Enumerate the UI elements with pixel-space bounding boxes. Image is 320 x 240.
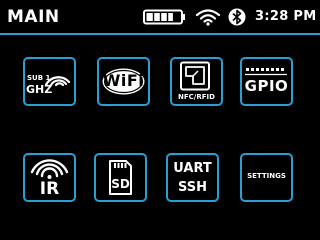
wifi-tile[interactable]: WiFi	[97, 57, 150, 106]
header-divider	[0, 33, 320, 35]
ir-label: IR	[39, 179, 60, 199]
sd-label: SD	[111, 177, 130, 191]
status-bar: MAIN 3:28 PM	[0, 0, 320, 36]
bluetooth-icon	[228, 8, 246, 26]
sub-ghz-tile[interactable]: SUB 1 GHZ	[23, 57, 76, 106]
gpio-label: GPIO	[244, 77, 289, 95]
nfc-rfid-tile[interactable]: NFC/RFID	[170, 57, 223, 106]
sd-tile[interactable]: SD	[94, 153, 147, 202]
wifi-label: WiFi	[102, 71, 145, 90]
clock: 3:28 PM	[255, 9, 317, 24]
sub-ghz-top-label: SUB 1	[27, 74, 51, 82]
nfc-rfid-label: NFC/RFID	[178, 93, 215, 101]
uart-label: UART	[173, 161, 212, 176]
uart-ssh-tile[interactable]: UART SSH	[166, 153, 219, 202]
sub-ghz-label: GHZ	[26, 83, 53, 96]
settings-label: SETTINGS	[247, 172, 286, 180]
ssh-label: SSH	[177, 180, 208, 195]
ir-tile[interactable]: IR	[23, 153, 76, 202]
settings-tile[interactable]: SETTINGS	[240, 153, 293, 202]
battery-icon	[143, 9, 185, 25]
page-title: MAIN	[7, 7, 60, 27]
wifi-icon	[195, 9, 221, 26]
gpio-tile[interactable]: GPIO	[240, 57, 293, 106]
